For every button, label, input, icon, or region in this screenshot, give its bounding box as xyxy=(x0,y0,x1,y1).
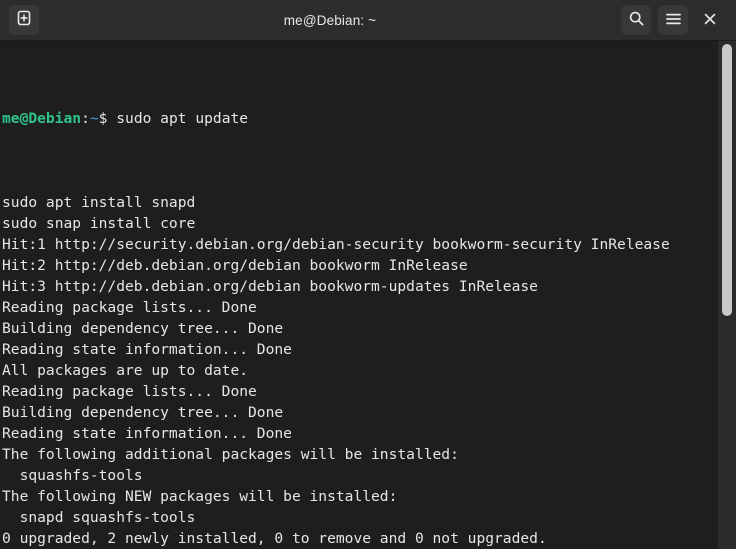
terminal-line: Hit:1 http://security.debian.org/debian-… xyxy=(2,236,670,253)
terminal-line: All packages are up to date. xyxy=(2,362,249,379)
terminal-window: me@Debian: ~ me@Debian:~$ sudo apt updat… xyxy=(0,0,736,549)
vertical-scrollbar-track[interactable] xyxy=(718,41,736,549)
terminal-line: Building dependency tree... Done xyxy=(2,404,284,421)
terminal-line: The following NEW packages will be insta… xyxy=(2,488,398,505)
terminal-line: snapd squashfs-tools xyxy=(2,509,196,526)
new-tab-button[interactable] xyxy=(9,5,39,35)
titlebar-actions xyxy=(621,5,725,35)
terminal-line: Reading package lists... Done xyxy=(2,383,257,400)
vertical-scrollbar-thumb[interactable] xyxy=(722,44,732,316)
terminal-line: sudo apt install snapd xyxy=(2,194,196,211)
prompt-colon: : xyxy=(81,110,90,127)
titlebar: me@Debian: ~ xyxy=(0,0,736,41)
terminal-line: Hit:3 http://deb.debian.org/debian bookw… xyxy=(2,278,538,295)
terminal-text-buffer: me@Debian:~$ sudo apt update sudo apt in… xyxy=(0,41,736,549)
terminal-output-area[interactable]: me@Debian:~$ sudo apt update sudo apt in… xyxy=(0,41,736,549)
terminal-line: squashfs-tools xyxy=(2,467,143,484)
prompt-command: sudo apt update xyxy=(107,110,249,127)
window-title: me@Debian: ~ xyxy=(283,12,377,28)
terminal-line: Building dependency tree... Done xyxy=(2,320,284,337)
menu-button[interactable] xyxy=(658,5,688,35)
terminal-line: 0 upgraded, 2 newly installed, 0 to remo… xyxy=(2,530,547,547)
terminal-line: sudo snap install core xyxy=(2,215,196,232)
terminal-line: Hit:2 http://deb.debian.org/debian bookw… xyxy=(2,257,468,274)
new-tab-plus-icon xyxy=(16,10,32,30)
close-button[interactable] xyxy=(695,5,725,35)
search-icon xyxy=(628,10,645,31)
prompt-user-host: me@Debian xyxy=(2,110,82,127)
terminal-line: Reading state information... Done xyxy=(2,425,292,442)
prompt-path: ~ xyxy=(89,110,99,127)
terminal-line: Reading state information... Done xyxy=(2,341,292,358)
terminal-line: The following additional packages will b… xyxy=(2,446,459,463)
search-button[interactable] xyxy=(621,5,651,35)
hamburger-menu-icon xyxy=(665,11,682,30)
prompt-line: me@Debian:~$ sudo apt update xyxy=(2,108,736,129)
terminal-line: Reading package lists... Done xyxy=(2,299,257,316)
close-icon xyxy=(703,11,717,30)
